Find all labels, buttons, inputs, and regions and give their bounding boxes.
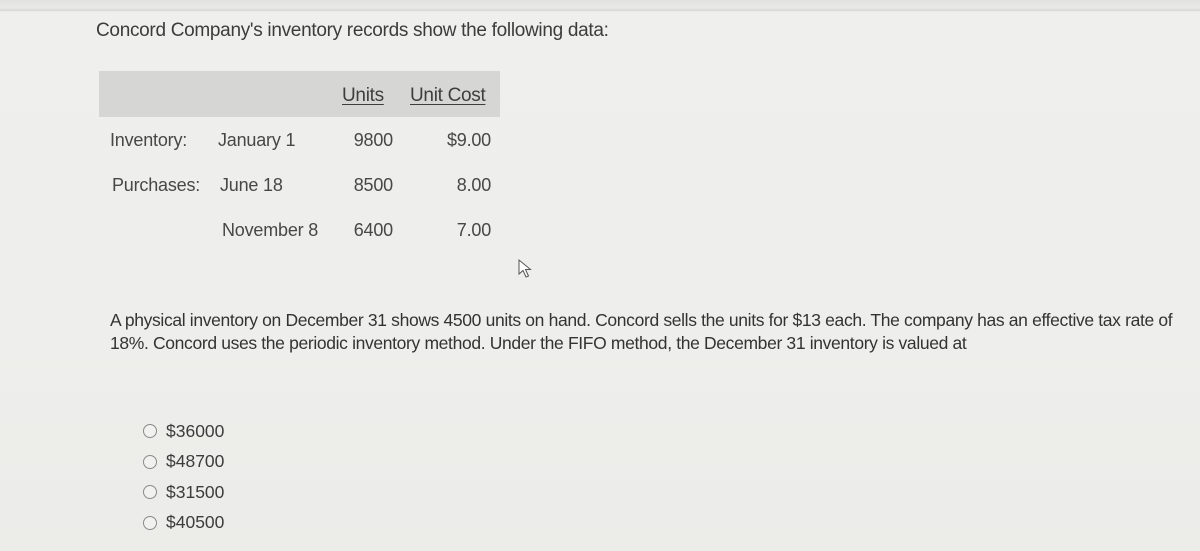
row-date: January 1 bbox=[218, 130, 296, 150]
answer-option[interactable]: $31500 bbox=[143, 477, 224, 508]
answer-option-label: $31500 bbox=[166, 481, 225, 502]
answer-option[interactable]: $48700 bbox=[143, 447, 224, 478]
answer-option-label: $40500 bbox=[166, 512, 225, 533]
row-unit-cost: 7.00 bbox=[456, 220, 491, 240]
answer-option-label: $48700 bbox=[166, 451, 225, 472]
radio-button[interactable] bbox=[143, 515, 157, 530]
row-date: November 8 bbox=[222, 220, 319, 240]
answer-option-label: $36000 bbox=[166, 420, 225, 441]
row-unit-cost: 8.00 bbox=[456, 175, 491, 195]
row-date: June 18 bbox=[220, 175, 283, 195]
answer-options: $36000 $48700 $31500 $40500 bbox=[143, 416, 224, 538]
radio-button[interactable] bbox=[143, 424, 157, 439]
answer-option[interactable]: $36000 bbox=[143, 416, 224, 447]
row-units: 9800 bbox=[353, 130, 393, 150]
column-header-unit-cost: Unit Cost bbox=[410, 85, 486, 106]
row-unit-cost: $9.00 bbox=[446, 130, 491, 150]
mouse-pointer-icon bbox=[518, 258, 532, 278]
row-label: Purchases: bbox=[112, 175, 201, 195]
radio-button[interactable] bbox=[143, 485, 157, 500]
question-text: A physical inventory on December 31 show… bbox=[110, 310, 1173, 353]
column-header-units: Units bbox=[342, 85, 384, 106]
row-units: 6400 bbox=[353, 220, 393, 240]
answer-option[interactable]: $40500 bbox=[143, 508, 224, 539]
row-units: 8500 bbox=[353, 175, 393, 195]
row-label: Inventory: bbox=[110, 130, 188, 150]
intro-text: Concord Company's inventory records show… bbox=[96, 20, 609, 41]
radio-button[interactable] bbox=[143, 454, 157, 469]
screen-top-edge bbox=[0, 0, 1200, 11]
